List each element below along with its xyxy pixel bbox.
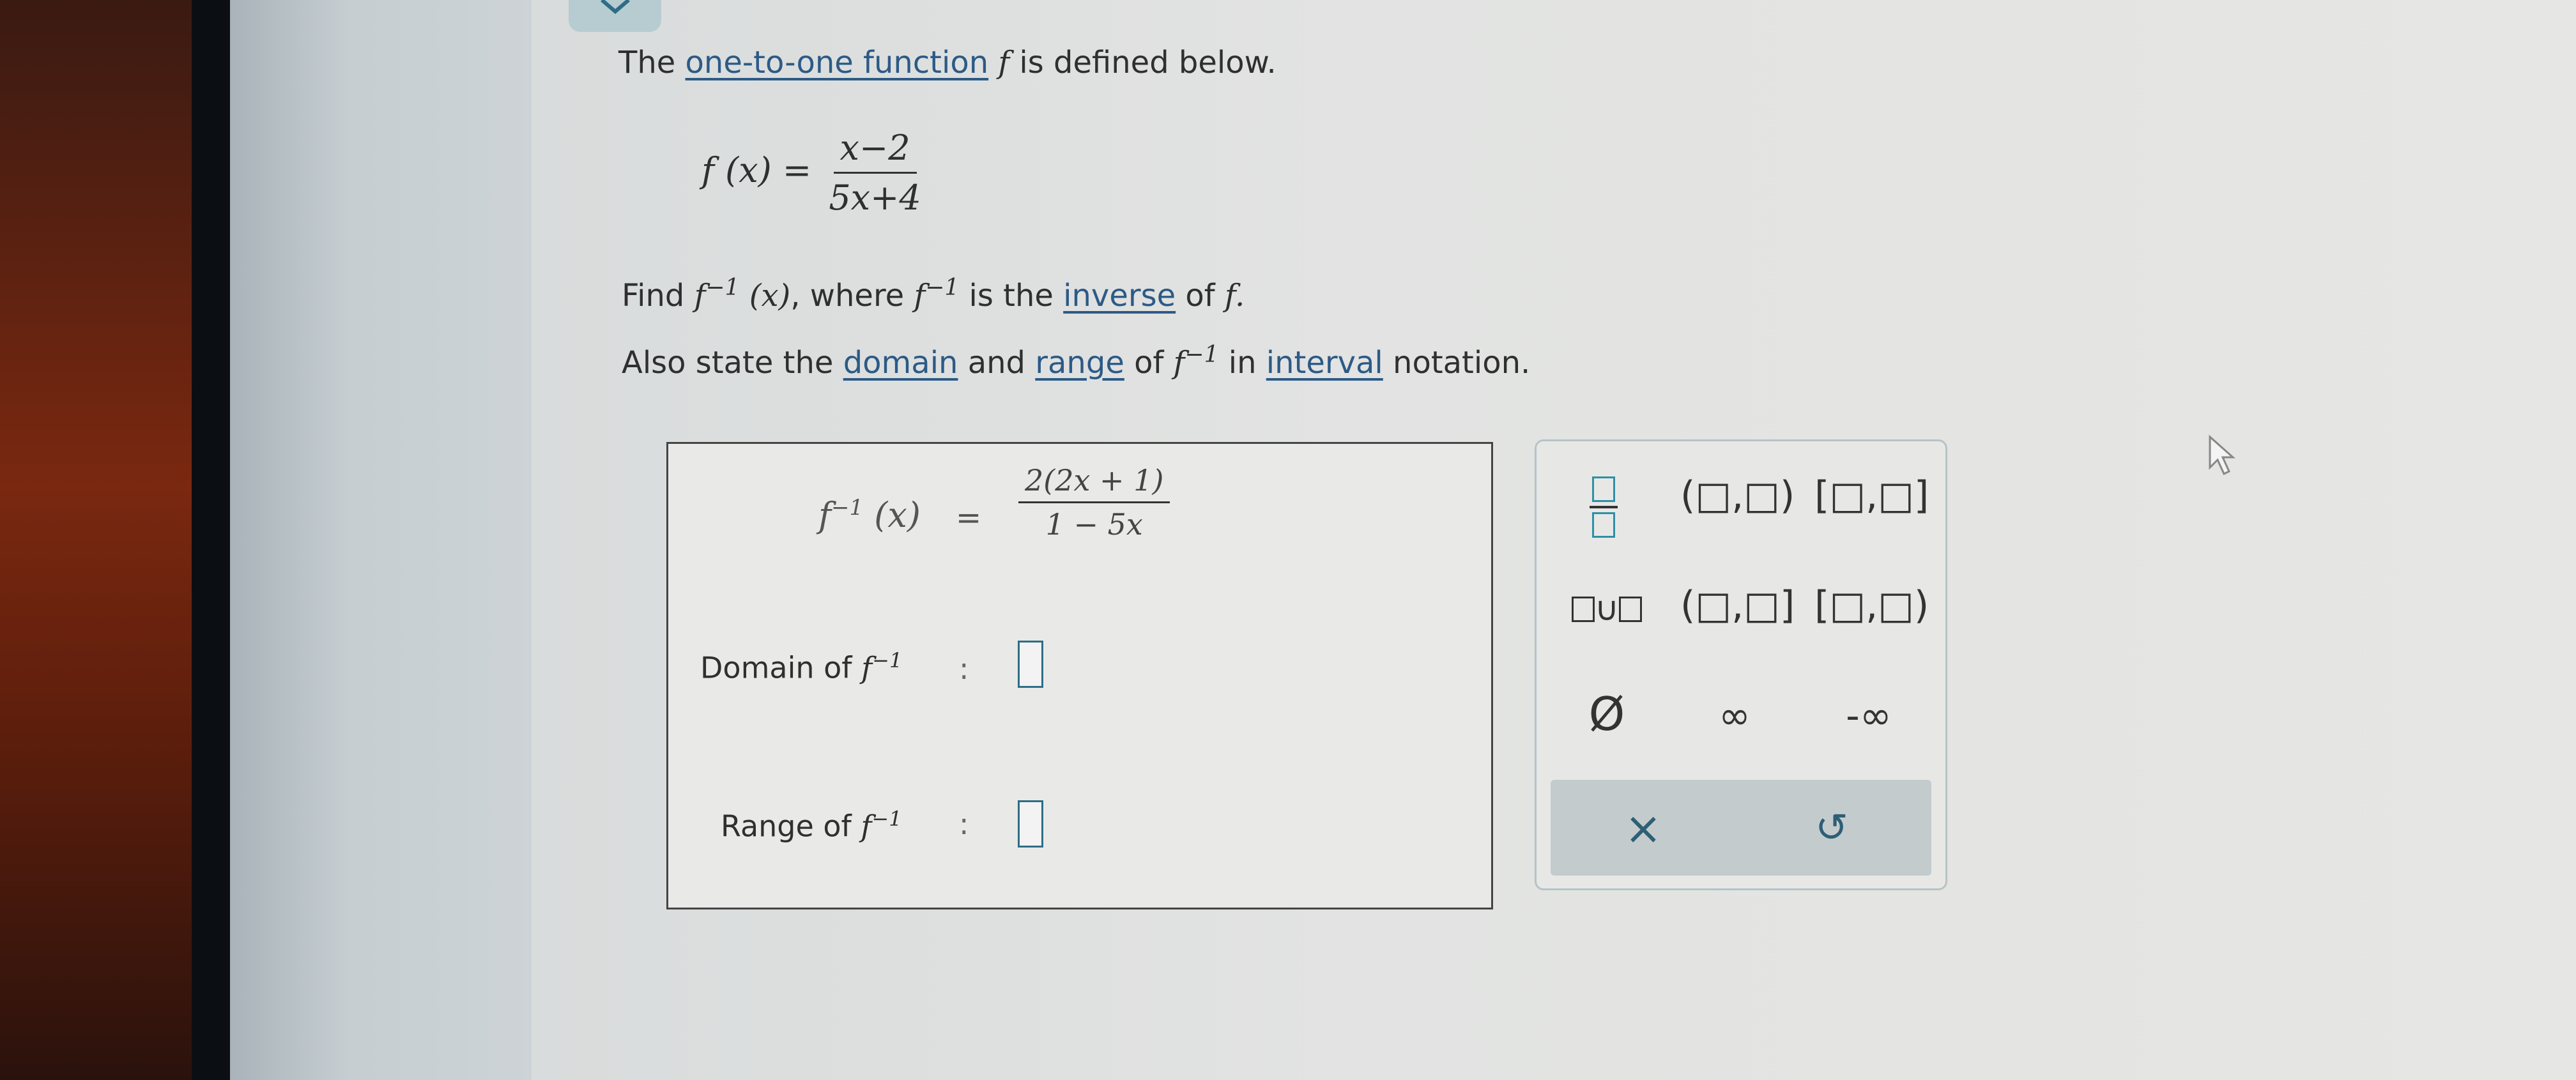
of-text: of bbox=[1176, 278, 1225, 314]
of-text-2: of bbox=[1124, 345, 1174, 381]
find-instruction: Find f−1 (x), where f−1 is the inverse o… bbox=[622, 275, 1245, 314]
fx-fraction: x−2 5x+4 bbox=[829, 128, 921, 218]
clear-icon[interactable]: × bbox=[1611, 802, 1675, 855]
answer-fraction: 2(2x + 1) 1 − 5x bbox=[1018, 463, 1170, 542]
is-the-text: is the bbox=[959, 278, 1064, 314]
finv-f-2: f bbox=[914, 278, 926, 314]
domain-f: f bbox=[861, 650, 873, 685]
monitor-bezel bbox=[192, 0, 230, 1080]
answer-sup: −1 bbox=[831, 495, 864, 521]
equals-sign: = bbox=[956, 500, 982, 536]
math-keypad: (□,□) [□,□] ∪ (□,□] [□,□) Ø ∞ -∞ × ↺ bbox=[1535, 439, 1947, 890]
range-row-label: Range of f−1 bbox=[721, 807, 902, 843]
answer-f: f bbox=[818, 495, 831, 535]
intro-text-end: is defined below. bbox=[1009, 45, 1276, 80]
range-sup: −1 bbox=[871, 807, 902, 831]
range-label: Range of bbox=[721, 809, 861, 844]
also-text: Also state the bbox=[622, 345, 843, 381]
f-symbol: f bbox=[988, 45, 1010, 80]
where-text: , where bbox=[790, 278, 914, 314]
in-text: in bbox=[1218, 345, 1266, 381]
inverse-link[interactable]: inverse bbox=[1063, 278, 1176, 314]
fx-denominator: 5x+4 bbox=[829, 178, 921, 218]
infinity-button[interactable]: ∞ bbox=[1703, 694, 1767, 738]
answer-box: f−1 (x) = 2(2x + 1) 1 − 5x Domain of f−1… bbox=[666, 442, 1493, 909]
union-left-box bbox=[1571, 597, 1595, 623]
finv-f-3: f bbox=[1173, 345, 1185, 381]
finv-sup-3: −1 bbox=[1184, 342, 1219, 368]
finv-f: f bbox=[694, 278, 706, 314]
answer-numerator[interactable]: 2(2x + 1) bbox=[1018, 463, 1170, 503]
fraction-button[interactable] bbox=[1575, 467, 1632, 538]
one-to-one-function-link[interactable]: one-to-one function bbox=[686, 45, 989, 80]
finv-x: (x) bbox=[739, 278, 791, 314]
undo-icon[interactable]: ↺ bbox=[1800, 804, 1864, 851]
domain-input[interactable] bbox=[1018, 641, 1043, 688]
find-text: Find bbox=[622, 278, 694, 314]
intro-text: The bbox=[618, 45, 686, 80]
desk-background bbox=[0, 0, 192, 1080]
fraction-icon bbox=[1590, 476, 1618, 538]
interval-link[interactable]: interval bbox=[1266, 345, 1383, 381]
closed-open-interval-button[interactable]: [□,□) bbox=[1814, 583, 1929, 628]
open-open-interval-button[interactable]: (□,□) bbox=[1680, 473, 1795, 518]
answer-x: (x) bbox=[874, 495, 921, 535]
union-button[interactable]: ∪ bbox=[1562, 585, 1652, 630]
mouse-cursor-icon bbox=[2209, 434, 2235, 476]
fx-numerator: x−2 bbox=[833, 128, 917, 174]
domain-row-label: Domain of f−1 bbox=[700, 648, 902, 685]
negative-infinity-button[interactable]: -∞ bbox=[1824, 694, 1913, 738]
finv-answer-input[interactable]: 2(2x + 1) 1 − 5x bbox=[1018, 463, 1170, 542]
chevron-down-icon bbox=[601, 0, 630, 14]
and-text: and bbox=[958, 345, 1036, 381]
empty-set-button[interactable]: Ø bbox=[1575, 687, 1639, 741]
also-instruction: Also state the domain and range of f−1 i… bbox=[622, 342, 1530, 381]
union-right-box bbox=[1619, 597, 1643, 623]
finv-sup-2: −1 bbox=[925, 275, 960, 301]
open-closed-interval-button[interactable]: (□,□] bbox=[1680, 583, 1795, 628]
notation-text: notation. bbox=[1383, 345, 1531, 381]
domain-label: Domain of bbox=[700, 650, 862, 685]
range-f: f bbox=[861, 809, 872, 844]
collapse-tab[interactable] bbox=[569, 0, 661, 32]
fx-lhs: f (x) = bbox=[702, 150, 812, 191]
domain-sup: −1 bbox=[872, 648, 903, 673]
keypad-action-bar: × ↺ bbox=[1551, 780, 1931, 876]
domain-link[interactable]: domain bbox=[843, 345, 958, 381]
f-symbol-2: f. bbox=[1224, 278, 1245, 314]
finv-sup: −1 bbox=[705, 275, 740, 301]
domain-colon: : bbox=[959, 651, 969, 686]
finv-answer-label: f−1 (x) bbox=[818, 495, 921, 535]
range-link[interactable]: range bbox=[1035, 345, 1124, 381]
problem-intro: The one-to-one function f is defined bel… bbox=[618, 45, 1276, 80]
union-symbol: ∪ bbox=[1594, 590, 1620, 628]
answer-denominator[interactable]: 1 − 5x bbox=[1046, 503, 1143, 542]
range-colon: : bbox=[959, 807, 969, 841]
function-definition: f (x) = x−2 5x+4 bbox=[702, 128, 921, 218]
closed-closed-interval-button[interactable]: [□,□] bbox=[1814, 473, 1929, 518]
range-input[interactable] bbox=[1018, 800, 1043, 848]
page-side-gutter bbox=[230, 0, 532, 1080]
